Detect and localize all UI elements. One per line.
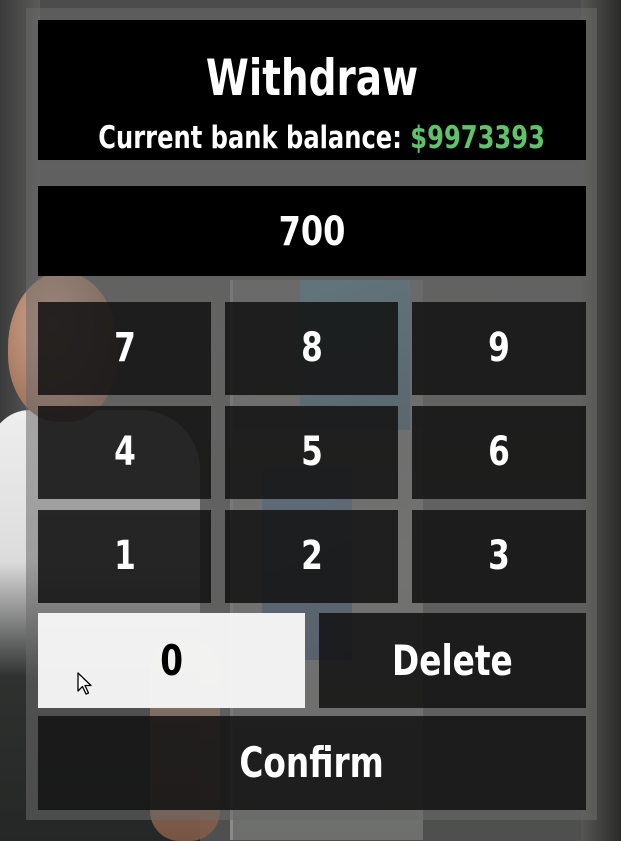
key-label: 5: [300, 429, 323, 475]
key-5[interactable]: 5: [225, 406, 398, 499]
key-4[interactable]: 4: [38, 406, 211, 499]
key-label: 2: [300, 533, 323, 579]
confirm-label: Confirm: [239, 738, 385, 787]
key-label: 3: [488, 533, 510, 579]
key-9[interactable]: 9: [412, 302, 586, 395]
amount-value: 700: [278, 209, 346, 255]
key-8[interactable]: 8: [225, 302, 398, 395]
balance-amount: $9973393: [410, 120, 545, 156]
balance-line: Current bank balance: $9973393: [98, 118, 545, 158]
page-title: Withdraw: [205, 49, 419, 107]
key-2[interactable]: 2: [225, 510, 398, 603]
key-1[interactable]: 1: [38, 510, 211, 603]
key-label: 7: [113, 325, 136, 371]
balance-label: Current bank balance:: [98, 120, 402, 156]
confirm-button[interactable]: Confirm: [38, 716, 586, 810]
header-box: Withdraw Current bank balance: $9973393: [38, 20, 586, 160]
key-label: 6: [488, 429, 510, 475]
key-7[interactable]: 7: [38, 302, 211, 395]
delete-button[interactable]: Delete: [319, 613, 586, 708]
key-label: 8: [300, 325, 323, 371]
key-label: 1: [113, 533, 136, 579]
amount-display: 700: [38, 186, 586, 276]
mouse-cursor-icon: [77, 672, 92, 695]
key-3[interactable]: 3: [412, 510, 586, 603]
key-6[interactable]: 6: [412, 406, 586, 499]
delete-label: Delete: [392, 636, 513, 685]
key-label: 9: [488, 325, 510, 371]
game-scene: Withdraw Current bank balance: $9973393 …: [0, 0, 621, 841]
key-label: 4: [113, 429, 136, 475]
key-label: 0: [160, 636, 183, 685]
